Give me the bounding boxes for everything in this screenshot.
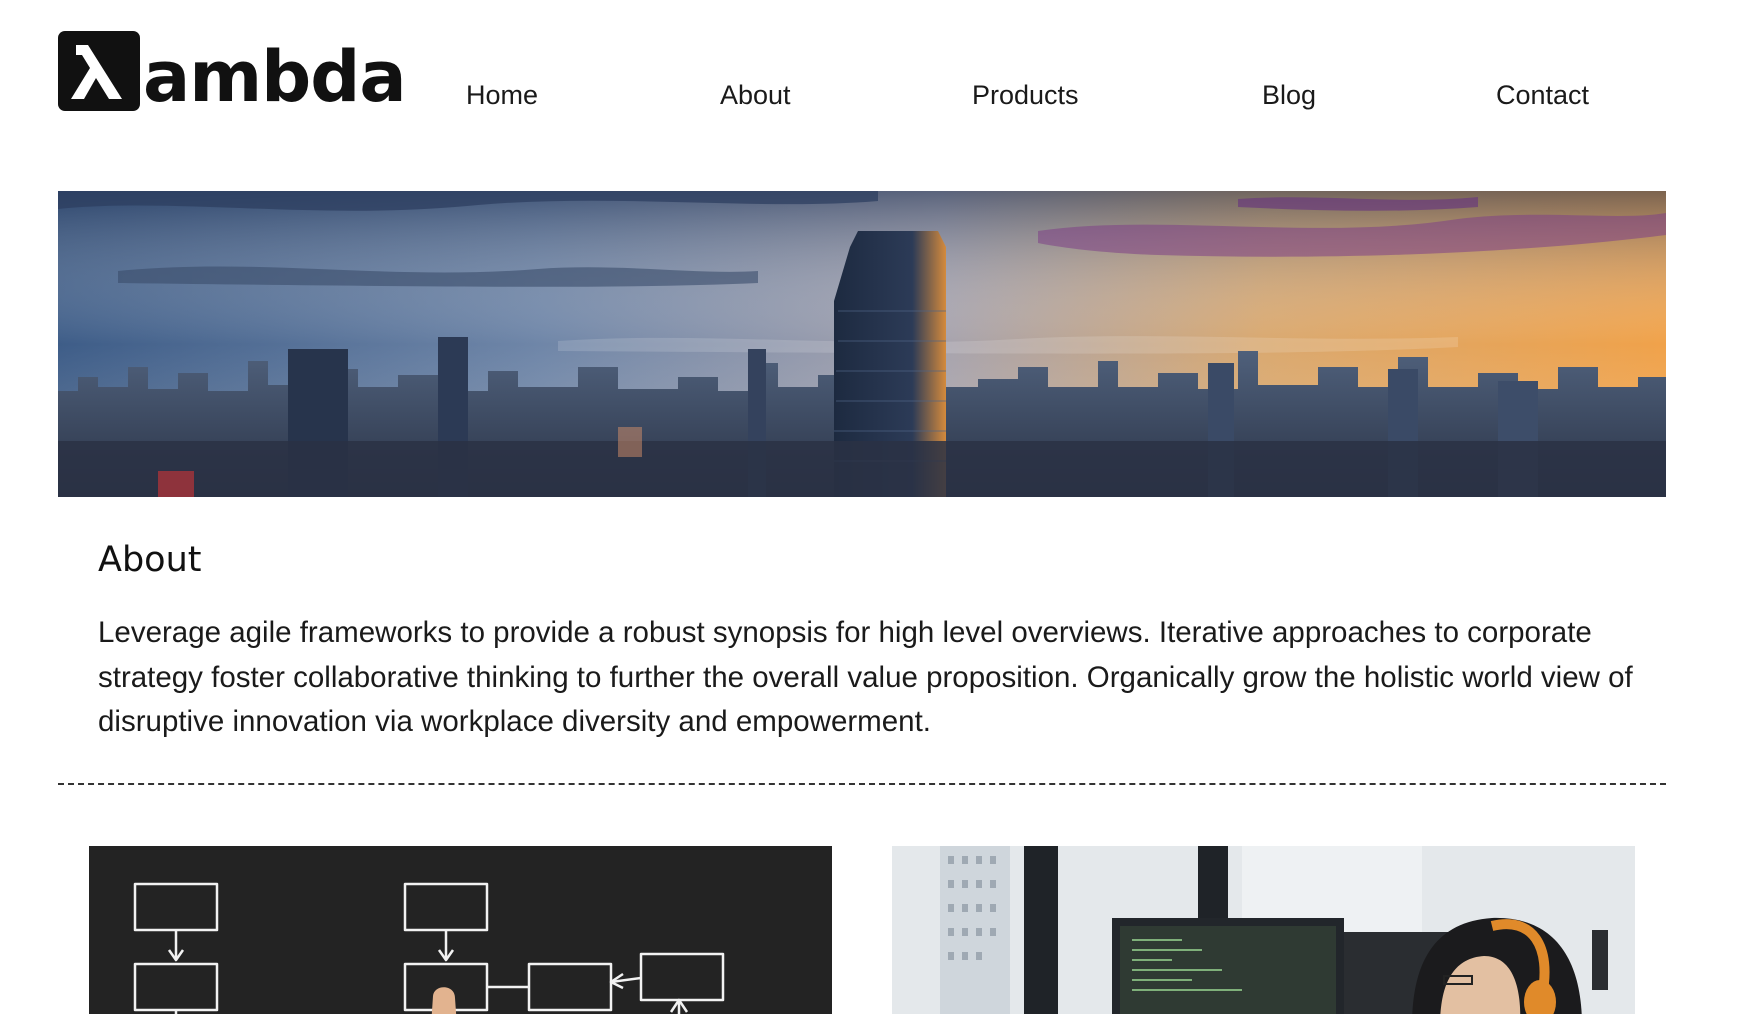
section-divider bbox=[58, 783, 1666, 785]
nav-products[interactable]: Products bbox=[972, 80, 1079, 111]
nav-about[interactable]: About bbox=[720, 80, 791, 111]
about-title: About bbox=[98, 540, 202, 580]
about-text: Leverage agile frameworks to provide a r… bbox=[98, 616, 1633, 738]
developer-thumbnail-image[interactable] bbox=[892, 846, 1635, 1014]
flowchart-thumbnail-image[interactable] bbox=[89, 846, 832, 1014]
nav-contact[interactable]: Contact bbox=[1496, 80, 1589, 111]
site-header: ambda Home About Products Blog Contact bbox=[0, 0, 1764, 160]
nav-home[interactable]: Home bbox=[466, 80, 538, 111]
nav-blog[interactable]: Blog bbox=[1262, 80, 1316, 111]
hero-banner-image bbox=[58, 191, 1666, 497]
page: ambda Home About Products Blog Contact A… bbox=[0, 0, 1764, 1014]
main-nav: Home About Products Blog Contact bbox=[0, 80, 1764, 120]
